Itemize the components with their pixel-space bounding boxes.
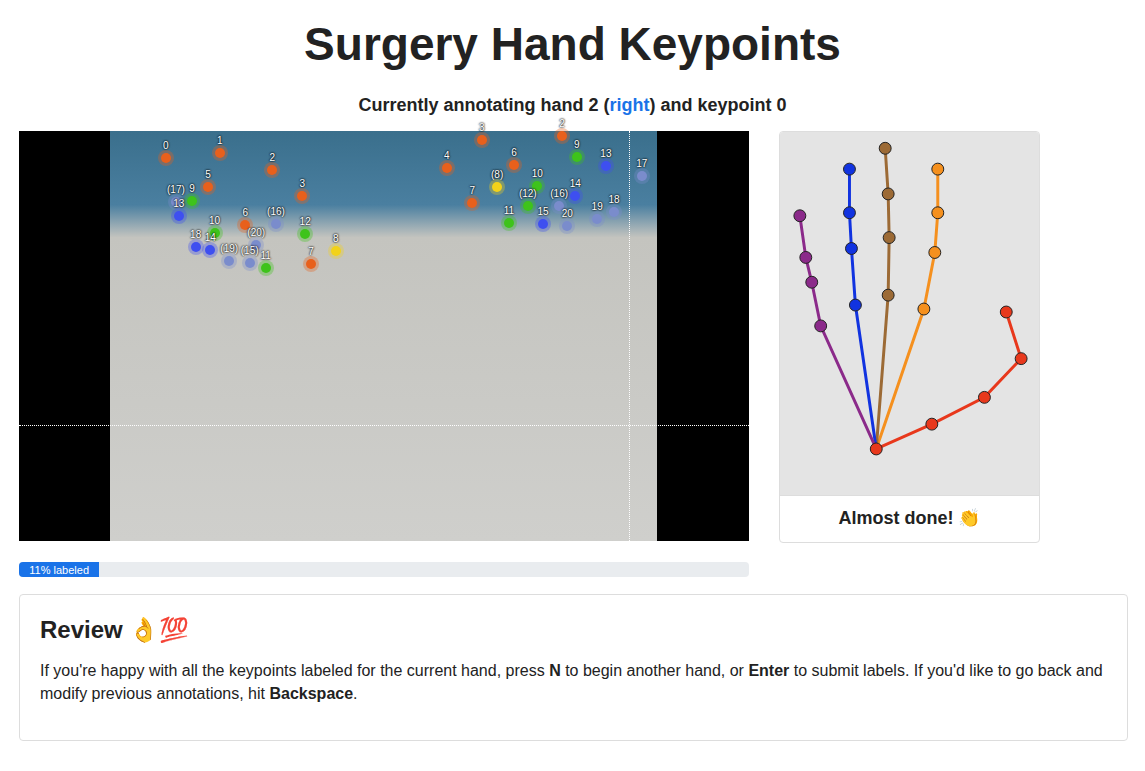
keypoint-label: 14 — [570, 178, 581, 189]
review-text: If you're happy with all the keypoints l… — [40, 659, 1107, 705]
hand-guide-image — [780, 132, 1039, 495]
progress-fill: 11% labeled — [19, 562, 99, 577]
keypoint-label: (12) — [519, 188, 537, 199]
keypoint-dot — [504, 218, 514, 228]
keypoint-label: 3 — [299, 178, 305, 189]
keypoint-label: 9 — [189, 183, 195, 194]
keypoint-label: 2 — [270, 152, 276, 163]
keypoint-dot — [592, 214, 602, 224]
keypoint-label: (8) — [491, 169, 503, 180]
review-segment: . — [353, 685, 357, 702]
keypoint-label: 14 — [205, 232, 216, 243]
keypoint-dot — [509, 160, 519, 170]
review-segment: N — [549, 662, 561, 679]
keypoint-label: 17 — [636, 158, 647, 169]
keypoint-label: 7 — [308, 246, 314, 257]
keypoint-label: (19) — [220, 243, 238, 254]
keypoint-label: 15 — [538, 206, 549, 217]
keypoint-dot — [306, 259, 316, 269]
keypoint-label: 9 — [574, 139, 580, 150]
keypoint-dot — [215, 148, 225, 158]
keypoint-dot — [271, 219, 281, 229]
keypoint-dot — [570, 191, 580, 201]
page: Surgery Hand Keypoints Currently annotati… — [0, 0, 1145, 741]
keypoint-dot — [609, 207, 619, 217]
video-frame[interactable]: 01235(17)913106(16)12(20)1814(19)(15)117… — [19, 131, 749, 541]
keypoint-dot — [297, 191, 307, 201]
review-heading: Review 👌💯 — [40, 615, 1107, 645]
keypoint-label: 7 — [470, 185, 476, 196]
review-segment: Enter — [748, 662, 789, 679]
keypoint-label: 10 — [209, 215, 220, 226]
keypoint-label: 8 — [333, 233, 339, 244]
guide-caption: Almost done! 👏 — [780, 495, 1039, 542]
keypoint-label: 3 — [479, 122, 485, 133]
keypoint-label: 12 — [300, 216, 311, 227]
keypoint-label: (16) — [550, 188, 568, 199]
keypoint-label: (20) — [247, 227, 265, 238]
main-row: 01235(17)913106(16)12(20)1814(19)(15)117… — [19, 131, 1126, 577]
keypoint-label: 2 — [559, 118, 565, 129]
review-segment: to begin another hand, or — [561, 662, 749, 679]
keypoint-label: 13 — [173, 198, 184, 209]
keypoint-dot — [523, 201, 533, 211]
crosshair-horizontal — [19, 425, 749, 426]
progress-label: 11% labeled — [29, 564, 89, 576]
review-segment: Backspace — [269, 685, 353, 702]
keypoint-label: 6 — [511, 147, 517, 158]
keypoint-dot — [331, 246, 341, 256]
keypoint-label: (16) — [267, 206, 285, 217]
keypoint-label: 5 — [205, 169, 211, 180]
status-after: ) and keypoint 0 — [649, 95, 786, 115]
keypoint-dot — [245, 258, 255, 268]
keypoint-dot — [442, 163, 452, 173]
keypoint-label: 19 — [592, 201, 603, 212]
keypoint-label: 11 — [504, 205, 514, 216]
keypoint-dot — [467, 198, 477, 208]
keypoint-label: 11 — [261, 250, 271, 261]
keypoint-label: (17) — [167, 184, 185, 195]
keypoint-dot — [557, 131, 567, 141]
page-title: Surgery Hand Keypoints — [19, 0, 1126, 72]
keypoint-dot — [601, 161, 611, 171]
keypoint-label: 13 — [600, 148, 611, 159]
keypoint-dot — [538, 219, 548, 229]
keypoint-dot — [562, 221, 572, 231]
review-segment: If you're happy with all the keypoints l… — [40, 662, 549, 679]
keypoint-dot — [300, 229, 310, 239]
keypoint-label: 18 — [608, 194, 619, 205]
keypoint-dot — [224, 256, 234, 266]
annotation-column: 01235(17)913106(16)12(20)1814(19)(15)117… — [19, 131, 749, 577]
keypoint-dot — [477, 135, 487, 145]
keypoint-dot — [261, 263, 271, 273]
hand-skeleton-icon — [780, 132, 1039, 495]
keypoint-label: 6 — [243, 207, 249, 218]
keypoint-dot — [205, 245, 215, 255]
keypoint-dot — [203, 182, 213, 192]
crosshair-vertical — [629, 131, 630, 541]
status-before: Currently annotating hand 2 ( — [358, 95, 609, 115]
keypoint-dot — [174, 211, 184, 221]
keypoint-dot — [572, 152, 582, 162]
review-panel: Review 👌💯 If you're happy with all the ke… — [19, 594, 1128, 741]
keypoint-label: (15) — [241, 245, 259, 256]
progress-bar: 11% labeled — [19, 562, 749, 577]
keypoint-label: 1 — [217, 135, 223, 146]
keypoint-dot — [637, 171, 647, 181]
status-line: Currently annotating hand 2 (right) and … — [19, 94, 1126, 116]
keypoint-label: 10 — [532, 168, 543, 179]
keypoint-dot — [161, 153, 171, 163]
keypoint-dot — [187, 196, 197, 206]
keypoint-dot — [267, 165, 277, 175]
keypoint-dot — [492, 182, 502, 192]
keypoint-label: 4 — [444, 150, 450, 161]
keypoint-label: 0 — [163, 140, 169, 151]
keypoint-layer: 01235(17)913106(16)12(20)1814(19)(15)117… — [19, 131, 749, 541]
keypoint-dot — [191, 242, 201, 252]
guide-card: Almost done! 👏 — [779, 131, 1040, 543]
hand-side: right — [609, 95, 649, 115]
keypoint-label: 20 — [562, 208, 573, 219]
keypoint-label: 18 — [190, 229, 201, 240]
